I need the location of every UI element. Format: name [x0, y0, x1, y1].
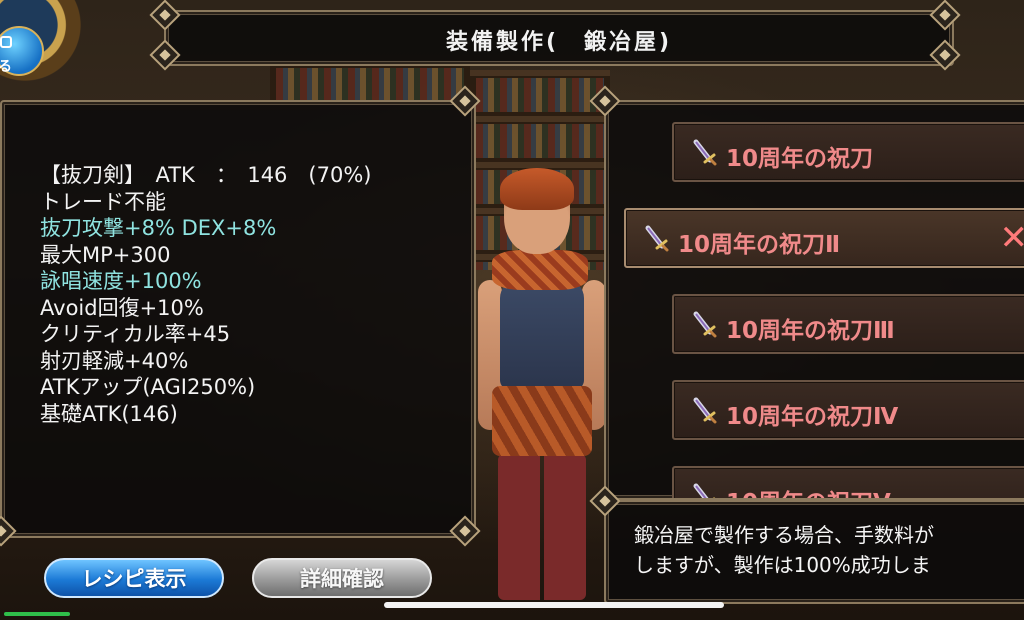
page-title: 装備製作( 鍛冶屋) [445, 30, 673, 55]
recipe-item[interactable]: 10周年の祝刀 [672, 122, 1024, 182]
recipe-item[interactable]: 10周年の祝刀Ⅲ [672, 294, 1024, 354]
close-icon[interactable]: ✕ [1000, 218, 1024, 258]
title-bar: 装備製作( 鍛冶屋) [164, 10, 954, 66]
recipe-item-label: 10周年の祝刀Ⅲ [726, 318, 895, 344]
description-panel: 鍛冶屋で製作する場合、手数料が しますが、製作は100%成功しま [604, 500, 1024, 604]
sword-icon [693, 397, 717, 424]
sword-icon [693, 139, 717, 166]
sword-icon [693, 483, 716, 498]
player-character [474, 168, 610, 600]
recipe-item-label: 10周年の祝刀 [726, 146, 874, 172]
show-recipe-button[interactable]: レシピ表示 [44, 558, 224, 598]
stat-line: 最大MP+300 [40, 242, 171, 267]
recipe-item-selected[interactable]: 10周年の祝刀Ⅱ ✕ [624, 208, 1024, 268]
item-stats-list: 【抜刀剣】 ATK ： 146 (70%) トレード不能 抜刀攻撃+8% DEX… [40, 162, 371, 427]
description-line: 鍛冶屋で製作する場合、手数料が [634, 523, 934, 547]
recipe-item[interactable]: 10周年の祝刀Ⅳ [672, 380, 1024, 440]
recipe-list-panel: 10周年の祝刀 10周年の祝刀Ⅱ ✕ 10周年の祝刀Ⅲ 10周年の祝刀Ⅳ [604, 100, 1024, 500]
stat-line: 基礎ATK(146) [40, 401, 178, 426]
progress-indicator [4, 612, 70, 616]
detail-check-button[interactable]: 詳細確認 [252, 558, 432, 598]
bookshelf-top [270, 60, 470, 100]
recipe-item-label: 10周年の祝刀Ⅱ [678, 232, 841, 258]
item-stats-panel: 【抜刀剣】 ATK ： 146 (70%) トレード不能 抜刀攻撃+8% DEX… [0, 100, 476, 538]
stat-line: Avoid回復+10% [40, 295, 204, 320]
stat-line: 詠唱速度+100% [40, 269, 202, 293]
stat-line: クリティカル率+45 [40, 322, 231, 346]
home-indicator[interactable] [384, 602, 724, 608]
recipe-item-label: 10周年の祝刀Ⅳ [726, 404, 899, 430]
menu-icon [0, 36, 12, 48]
recipe-item[interactable]: 10周年の祝刀Ⅴ [672, 466, 1024, 498]
stat-line: トレード不能 [40, 189, 166, 214]
description-line: しますが、製作は100%成功しま [634, 553, 931, 577]
description-text: 鍛冶屋で製作する場合、手数料が しますが、製作は100%成功しま [634, 520, 1024, 580]
stat-line: 【抜刀剣】 ATK ： 146 (70%) [40, 163, 372, 187]
recipe-item-label: 10周年の祝刀Ⅴ [726, 483, 891, 498]
stat-line: 射刃軽減+40% [40, 348, 189, 373]
sword-icon [645, 225, 669, 252]
stat-line: 抜刀攻撃+8% DEX+8% [40, 216, 277, 240]
stat-line: ATKアップ(AGI250%) [40, 375, 256, 399]
sword-icon [693, 311, 717, 338]
corner-button-label: る [0, 59, 12, 75]
